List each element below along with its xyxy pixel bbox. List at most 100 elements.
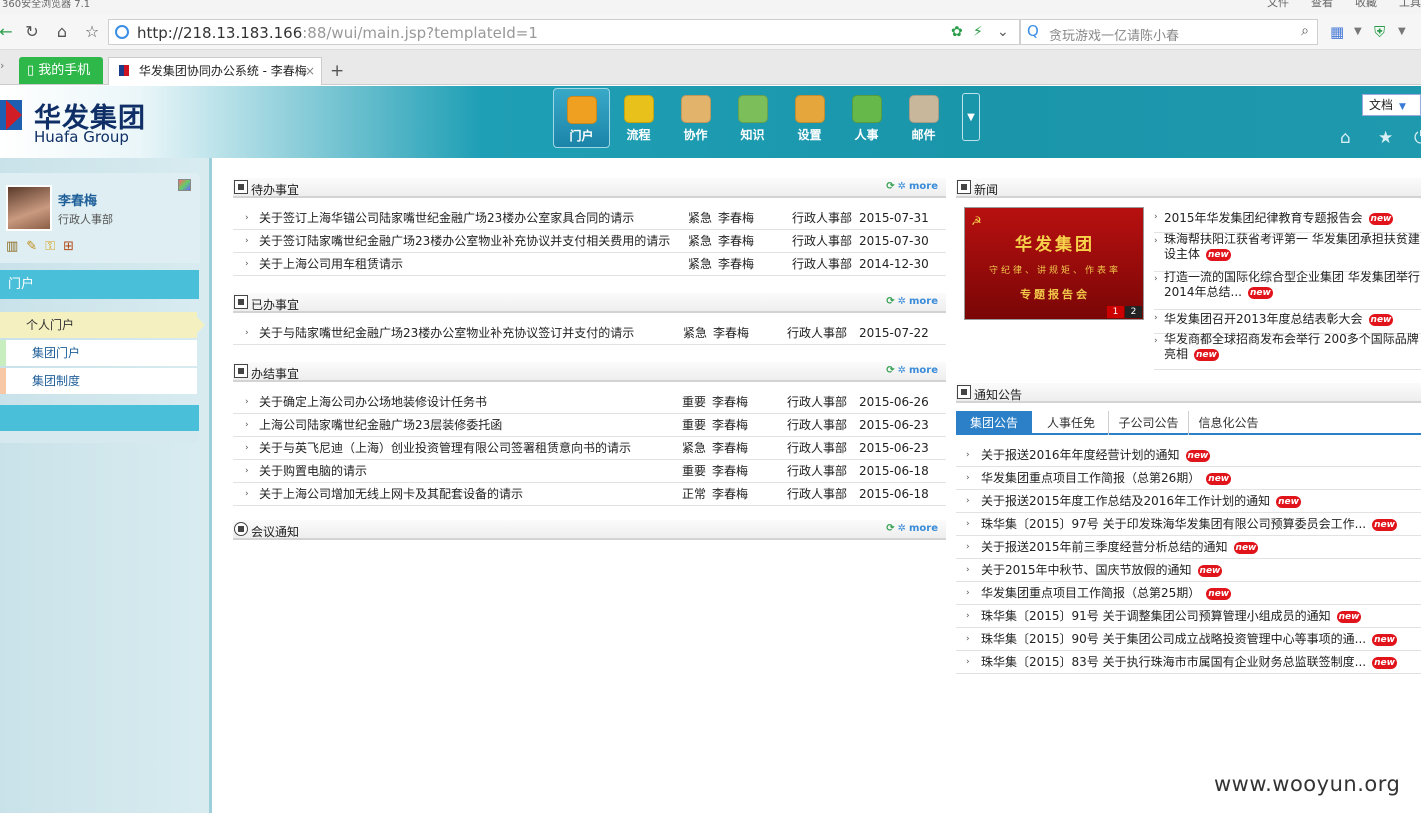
apps-icon[interactable]: ▦ (1330, 23, 1344, 41)
notice-title[interactable]: 关于报送2015年度工作总结及2016年工作计划的通知 new (981, 490, 1301, 512)
meeting-more-link[interactable]: ⟳ ✲ more (886, 523, 938, 534)
list-item[interactable]: › 珠华集〔2015〕91号 关于调整集团公司预算管理小组成员的通知 new (956, 605, 1421, 628)
module-knowledge[interactable]: 知识 (724, 88, 781, 148)
favorite-star-icon[interactable]: ★ (1378, 128, 1393, 148)
star-icon[interactable]: ☆ (82, 22, 102, 42)
table-row[interactable]: › 上海公司陆家嘴世纪金融广场23层装修委托函 重要 李春梅 行政人事部 2015-06-… (233, 414, 946, 437)
news-item[interactable]: › 2015年华发集团纪律教育专题报告会 new (1154, 210, 1421, 233)
notice-title[interactable]: 华发集团重点项目工作简报（总第26期） new (981, 467, 1232, 489)
module-workflow[interactable]: 流程 (610, 88, 667, 148)
url-field[interactable]: http://218.13.183.166:88/wui/main.jsp?te… (108, 19, 1020, 45)
refresh-icon[interactable]: ⟳ (886, 365, 894, 376)
sidebar-item-group-rules[interactable]: 集团制度 (0, 368, 197, 394)
news-title[interactable]: 2015年华发集团纪律教育专题报告会 new (1164, 211, 1421, 226)
refresh-icon[interactable]: ⟳ (886, 523, 894, 534)
tab-subsidiary-notice[interactable]: 子公司公告 (1108, 411, 1188, 435)
list-item[interactable]: › 华发集团重点项目工作简报（总第26期） new (956, 467, 1421, 490)
news-title[interactable]: 华发集团召开2013年度总结表彰大会 new (1164, 312, 1421, 327)
doc-select[interactable]: 文档 ▼ (1362, 94, 1421, 116)
home-icon[interactable]: ⌂ (52, 22, 72, 42)
row-title[interactable]: 关于与英飞尼迪（上海）创业投资管理有限公司签署租赁意向书的请示 (259, 437, 631, 459)
close-icon[interactable]: × (305, 58, 315, 84)
row-title[interactable]: 关于购置电脑的请示 (259, 460, 367, 482)
table-row[interactable]: › 关于上海公司用车租赁请示 紧急 李春梅 行政人事部 2014-12-30 (233, 253, 946, 276)
module-dropdown[interactable]: ▼ (962, 93, 980, 141)
table-row[interactable]: › 关于签订上海华锚公司陆家嘴世纪金融广场23楼办公室家具合同的请示 紧急 李春梅 行政… (233, 207, 946, 230)
power-icon[interactable]: ⏻ (1414, 128, 1421, 148)
news-item[interactable]: › 华发集团召开2013年度总结表彰大会 new (1154, 311, 1421, 334)
book-icon[interactable]: ▥ (6, 239, 18, 254)
news-title[interactable]: 华发商都全球招商发布会举行 200多个国际品牌亮相 new (1164, 332, 1421, 362)
list-item[interactable]: › 关于2015年中秋节、国庆节放假的通知 new (956, 559, 1421, 582)
list-item[interactable]: › 华发集团重点项目工作简报（总第25期） new (956, 582, 1421, 605)
tab-it-notice[interactable]: 信息化公告 (1188, 411, 1268, 435)
new-tab-icon[interactable]: + (330, 61, 344, 81)
sidebar-item-personal-portal[interactable]: 个人门户 (0, 312, 205, 338)
tab-oa-system[interactable]: 华发集团协同办公系统 - 李春梅 × (108, 57, 322, 85)
list-item[interactable]: › 关于报送2015年前三季度经营分析总结的通知 new (956, 536, 1421, 559)
news-title[interactable]: 珠海帮扶阳江获省考评第一 华发集团承担扶贫建设主体 new (1164, 232, 1421, 262)
notice-title[interactable]: 关于报送2016年年度经营计划的通知 new (981, 444, 1211, 466)
module-settings[interactable]: 设置 (781, 88, 838, 148)
search-engine-icon[interactable]: Q (1027, 22, 1039, 40)
settings-icon[interactable]: ✲ (898, 296, 906, 307)
org-chart-icon[interactable]: ⊞ (63, 239, 74, 254)
notice-title[interactable]: 珠华集〔2015〕97号 关于印发珠海华发集团有限公司预算委员会工作... new (981, 513, 1397, 535)
speed-icon[interactable]: ⚡ (973, 24, 983, 40)
lock-icon[interactable]: ⚿ (45, 239, 55, 254)
search-icon[interactable]: ⌕ (1301, 23, 1309, 39)
news-item[interactable]: › 打造一流的国际化综合型企业集团 华发集团举行2014年总结... new (1154, 270, 1421, 310)
menu-tools[interactable]: 工具 (1399, 0, 1421, 8)
table-row[interactable]: › 关于确定上海公司办公场地装修设计任务书 重要 李春梅 行政人事部 2015-06-26 (233, 391, 946, 414)
table-row[interactable]: › 关于上海公司增加无线上网卡及其配套设备的请示 正常 李春梅 行政人事部 2015-06… (233, 483, 946, 506)
row-title[interactable]: 上海公司陆家嘴世纪金融广场23层装修委托函 (259, 414, 502, 436)
avatar[interactable] (6, 185, 52, 231)
search-field[interactable]: Q 贪玩游戏一亿请陈小春 ⌕ (1020, 19, 1318, 45)
notice-title[interactable]: 珠华集〔2015〕91号 关于调整集团公司预算管理小组成员的通知 new (981, 605, 1362, 627)
list-item[interactable]: › 珠华集〔2015〕97号 关于印发珠海华发集团有限公司预算委员会工作... ne… (956, 513, 1421, 536)
finished-more-link[interactable]: ⟳ ✲ more (886, 365, 938, 376)
edit-icon[interactable]: ✎ (26, 239, 37, 254)
list-item[interactable]: › 珠华集〔2015〕83号 关于执行珠海市市属国有企业财务总监联签制度... ne… (956, 651, 1421, 674)
todo-more-link[interactable]: ⟳ ✲ more (886, 181, 938, 192)
notice-title[interactable]: 珠华集〔2015〕83号 关于执行珠海市市属国有企业财务总监联签制度... new (981, 651, 1397, 673)
refresh-icon[interactable]: ⟳ (886, 296, 894, 307)
tab-my-phone[interactable]: ▯ 我的手机 (19, 57, 103, 84)
list-item[interactable]: › 珠华集〔2015〕90号 关于集团公司成立战略投资管理中心等事项的通... ne… (956, 628, 1421, 651)
notice-title[interactable]: 珠华集〔2015〕90号 关于集团公司成立战略投资管理中心等事项的通... new (981, 628, 1397, 650)
tab-personnel[interactable]: 人事任免 (1036, 411, 1106, 435)
module-portal[interactable]: 门户 (553, 88, 610, 148)
refresh-icon[interactable]: ⟳ (886, 181, 894, 192)
user-name[interactable]: 李春梅 (58, 190, 97, 209)
shield-icon[interactable]: ⛨ (1374, 23, 1385, 41)
row-title[interactable]: 关于与陆家嘴世纪金融广场23楼办公室物业补充协议签订并支付的请示 (259, 322, 634, 344)
menu-favorites[interactable]: 收藏 (1355, 0, 1377, 8)
menu-file[interactable]: 文件 (1267, 0, 1289, 8)
refresh-icon[interactable]: ↻ (22, 22, 42, 42)
table-row[interactable]: › 关于与陆家嘴世纪金融广场23楼办公室物业补充协议签订并支付的请示 紧急 李春梅 行政… (233, 322, 946, 345)
news-title[interactable]: 打造一流的国际化综合型企业集团 华发集团举行2014年总结... new (1164, 270, 1421, 300)
notice-title[interactable]: 华发集团重点项目工作简报（总第25期） new (981, 582, 1232, 604)
tab-scroll-icon[interactable]: › (0, 59, 4, 72)
banner-page-2[interactable]: 2 (1125, 306, 1142, 318)
notice-title[interactable]: 关于报送2015年前三季度经营分析总结的通知 new (981, 536, 1259, 558)
banner-page-1[interactable]: 1 (1107, 306, 1124, 318)
theme-icon[interactable] (178, 179, 191, 191)
settings-icon[interactable]: ✲ (898, 181, 906, 192)
security-icon[interactable]: ✿ (951, 24, 963, 40)
module-mail[interactable]: 邮件 (895, 88, 952, 148)
settings-icon[interactable]: ✲ (898, 365, 906, 376)
row-title[interactable]: 关于签订陆家嘴世纪金融广场23楼办公室物业补充协议并支付相关费用的请示 (259, 230, 670, 252)
table-row[interactable]: › 关于购置电脑的请示 重要 李春梅 行政人事部 2015-06-18 (233, 460, 946, 483)
row-title[interactable]: 关于签订上海华锚公司陆家嘴世纪金融广场23楼办公室家具合同的请示 (259, 207, 634, 229)
menu-view[interactable]: 查看 (1311, 0, 1333, 8)
shield-dropdown-icon[interactable]: ▼ (1398, 26, 1406, 37)
table-row[interactable]: › 关于与英飞尼迪（上海）创业投资管理有限公司签署租赁意向书的请示 紧急 李春梅 行政人… (233, 437, 946, 460)
sidebar-item-group-portal[interactable]: 集团门户 (0, 340, 197, 366)
table-row[interactable]: › 关于签订陆家嘴世纪金融广场23楼办公室物业补充协议并支付相关费用的请示 紧急 李春… (233, 230, 946, 253)
done-more-link[interactable]: ⟳ ✲ more (886, 296, 938, 307)
home-icon[interactable]: ⌂ (1340, 128, 1351, 148)
settings-icon[interactable]: ✲ (898, 523, 906, 534)
module-collaboration[interactable]: 协作 (667, 88, 724, 148)
row-title[interactable]: 关于确定上海公司办公场地装修设计任务书 (259, 391, 487, 413)
